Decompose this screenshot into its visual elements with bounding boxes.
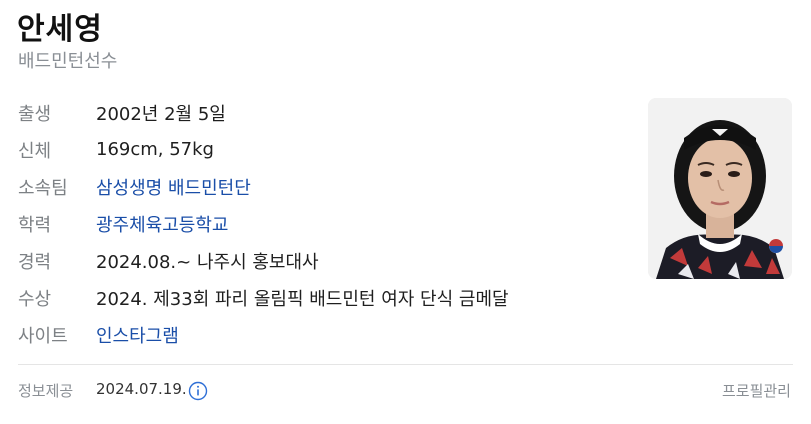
info-date: 2024.07.19. [96,380,187,398]
profile-photo[interactable] [648,98,792,279]
info-row-career: 경력 2024.08.~ 나주시 홍보대사 [18,242,509,279]
info-label: 경력 [18,251,52,273]
occupation-subtitle: 배드민턴선수 [18,51,118,72]
info-row-team: 소속팀 삼성생명 배드민턴단 [18,168,509,205]
info-label: 신체 [18,140,52,162]
info-label: 수상 [18,288,52,310]
school-link[interactable]: 광주체육고등학교 [96,211,228,237]
info-label: 사이트 [18,325,68,347]
info-row-education: 학력 광주체육고등학교 [18,205,509,242]
info-circle-icon[interactable] [188,381,208,401]
profile-manage-link[interactable]: 프로필관리 [722,380,791,401]
team-link[interactable]: 삼성생명 배드민턴단 [96,174,251,200]
name-title: 안세영 [17,12,103,47]
info-row-birth: 출생 2002년 2월 5일 [18,94,509,131]
info-label: 학력 [18,214,52,236]
profile-info-list: 출생 2002년 2월 5일 신체 169cm, 57kg 소속팀 삼성생명 배… [18,94,509,353]
info-value: 2002년 2월 5일 [96,103,226,125]
info-label: 출생 [18,103,52,125]
info-row-site: 사이트 인스타그램 [18,316,509,353]
info-label: 소속팀 [18,177,68,199]
info-value: 2024. 제33회 파리 올림픽 배드민턴 여자 단식 금메달 [96,288,509,310]
info-row-body: 신체 169cm, 57kg [18,131,509,168]
info-value: 169cm, 57kg [96,139,214,160]
instagram-link[interactable]: 인스타그램 [96,322,179,348]
footer-divider [18,364,793,365]
info-row-award: 수상 2024. 제33회 파리 올림픽 배드민턴 여자 단식 금메달 [18,279,509,316]
info-source-label: 정보제공 [18,382,74,400]
info-value: 2024.08.~ 나주시 홍보대사 [96,251,319,273]
